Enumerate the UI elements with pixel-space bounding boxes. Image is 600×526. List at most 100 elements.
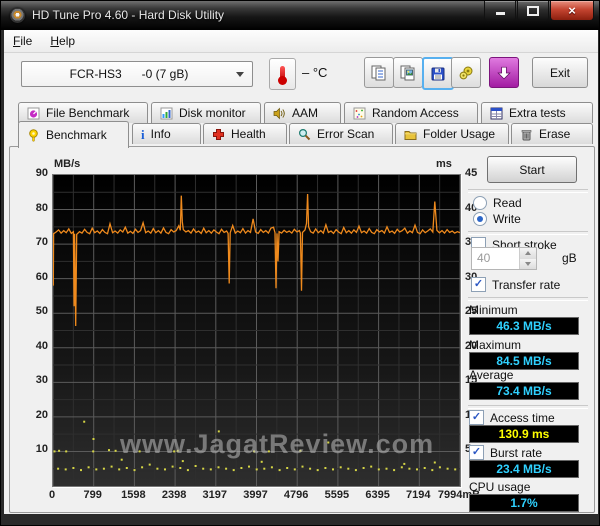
- x-tick-label: 799: [83, 489, 102, 501]
- maximize-button[interactable]: [517, 1, 549, 21]
- access-time-checkbox[interactable]: ✓ Access time: [469, 410, 555, 425]
- x-tick-label: 2398: [161, 489, 187, 501]
- menu-bar: File Help: [4, 30, 598, 53]
- start-label: Start: [519, 162, 545, 177]
- cpu-usage-label: CPU usage: [469, 480, 531, 494]
- spin-up-icon[interactable]: [520, 248, 536, 259]
- burst-rate-value-box: 23.4 MB/s: [469, 460, 579, 478]
- y2-tick-label: 45: [465, 167, 478, 179]
- tab-label: Info: [150, 127, 171, 141]
- exit-button[interactable]: Exit: [532, 57, 588, 88]
- y-tick-label: 50: [35, 305, 48, 318]
- temperature-button[interactable]: [269, 58, 296, 90]
- tab-disk-monitor[interactable]: Disk monitor: [151, 102, 261, 123]
- read-label: Read: [493, 196, 522, 210]
- tab-aam[interactable]: AAM: [264, 102, 341, 123]
- toolbar: FCR-HS3 -0 (7 gB) – °C Exit: [4, 53, 598, 97]
- trash-icon: [520, 128, 533, 141]
- tab-benchmark[interactable]: Benchmark: [18, 121, 129, 148]
- minimum-label: Minimum: [469, 303, 518, 317]
- tab-health[interactable]: Health: [203, 123, 287, 144]
- tab-extra-tests[interactable]: Extra tests: [481, 102, 593, 123]
- gauge-yellow-icon: [27, 128, 40, 142]
- options-icon: [459, 66, 473, 79]
- app-icon: [10, 8, 25, 23]
- tab-label: File Benchmark: [46, 106, 130, 120]
- save-icon: [431, 67, 445, 80]
- y-tick-label: 60: [35, 270, 48, 283]
- spinner-arrows[interactable]: [519, 248, 536, 269]
- tab-label: Random Access: [372, 106, 459, 120]
- thermometer-icon: [278, 66, 287, 85]
- client-area: File Help FCR-HS3 -0 (7 gB) – °C Exit Fi…: [4, 30, 598, 514]
- x-tick-label: 6395: [365, 489, 390, 501]
- menu-help[interactable]: Help: [41, 31, 84, 51]
- y-axis-unit: MB/s: [54, 158, 81, 170]
- access-time-value: 130.9 ms: [498, 427, 550, 441]
- minimize-button[interactable]: [484, 1, 516, 21]
- access-time-value-box: 130.9 ms: [469, 425, 579, 443]
- tab-label: Folder Usage: [423, 127, 496, 141]
- access-time-label: Access time: [490, 410, 555, 425]
- tab-info[interactable]: i Info: [132, 123, 201, 144]
- tab-label: Erase: [539, 127, 571, 141]
- info-icon: i: [141, 126, 145, 142]
- download-button[interactable]: [489, 57, 519, 88]
- burst-rate-value: 23.4 MB/s: [496, 462, 552, 476]
- copy-text-icon: [371, 65, 386, 80]
- y-tick-label: 70: [35, 236, 48, 249]
- burst-rate-label: Burst rate: [490, 445, 543, 460]
- tab-file-benchmark[interactable]: File Benchmark: [18, 102, 148, 123]
- maximum-label: Maximum: [469, 338, 522, 352]
- tab-random-access[interactable]: Random Access: [344, 102, 478, 123]
- transfer-rate-checkbox[interactable]: ✓ Transfer rate: [471, 277, 560, 292]
- options-button[interactable]: [451, 57, 481, 88]
- x-tick-label: 0: [48, 489, 56, 501]
- spin-down-icon[interactable]: [520, 258, 536, 269]
- x-tick-label: 5595: [324, 489, 350, 501]
- scatter-icon: [353, 107, 366, 120]
- average-value-box: 73.4 MB/s: [469, 382, 579, 400]
- tab-label: Health: [231, 127, 266, 141]
- exit-label: Exit: [549, 65, 570, 80]
- save-screenshot-button[interactable]: [422, 57, 454, 90]
- tab-erase[interactable]: Erase: [511, 123, 593, 144]
- transfer-rate-label: Transfer rate: [492, 277, 561, 292]
- copy-image-button[interactable]: [393, 57, 423, 88]
- copy-image-icon: [400, 65, 415, 80]
- tab-label: Error Scan: [317, 127, 375, 141]
- title-bar[interactable]: HD Tune Pro 4.60 - Hard Disk Utility ×: [1, 1, 599, 30]
- drive-selector[interactable]: FCR-HS3 -0 (7 gB): [21, 61, 253, 87]
- y-tick-label: 30: [35, 374, 48, 387]
- checkbox-checked-icon: ✓: [471, 277, 486, 292]
- copy-text-button[interactable]: [364, 57, 394, 88]
- gauge-purple-icon: [27, 107, 40, 120]
- tab-folder-usage[interactable]: Folder Usage: [395, 123, 509, 144]
- capacity-value: 40: [477, 251, 491, 265]
- menu-file[interactable]: File: [4, 31, 41, 51]
- radio-icon: [473, 196, 487, 210]
- close-button[interactable]: ×: [550, 1, 594, 21]
- average-label: Average: [469, 368, 514, 382]
- x-tick-label: 3197: [202, 489, 228, 501]
- separator: [468, 189, 588, 193]
- maximum-value: 84.5 MB/s: [496, 354, 552, 368]
- x-tick-label: 7194: [406, 489, 431, 501]
- capacity-spinner[interactable]: 40: [471, 247, 537, 270]
- write-radio[interactable]: Write: [473, 212, 521, 226]
- start-button[interactable]: Start: [487, 156, 577, 183]
- minimize-icon: [495, 12, 505, 15]
- read-radio[interactable]: Read: [473, 196, 522, 210]
- drive-selector-value: FCR-HS3 -0 (7 gB): [69, 67, 189, 81]
- watermark: www.JagatReview.com: [120, 429, 435, 459]
- table-chart-icon: [490, 107, 503, 120]
- y-tick-label: 20: [35, 408, 48, 421]
- download-arrow-icon: [497, 66, 511, 79]
- checkbox-checked-icon: ✓: [469, 410, 484, 425]
- separator: [468, 405, 588, 409]
- radio-selected-icon: [473, 212, 487, 226]
- maximize-icon: [527, 5, 539, 16]
- average-value: 73.4 MB/s: [496, 384, 552, 398]
- cpu-usage-value: 1.7%: [510, 496, 538, 510]
- tab-error-scan[interactable]: Error Scan: [289, 123, 393, 144]
